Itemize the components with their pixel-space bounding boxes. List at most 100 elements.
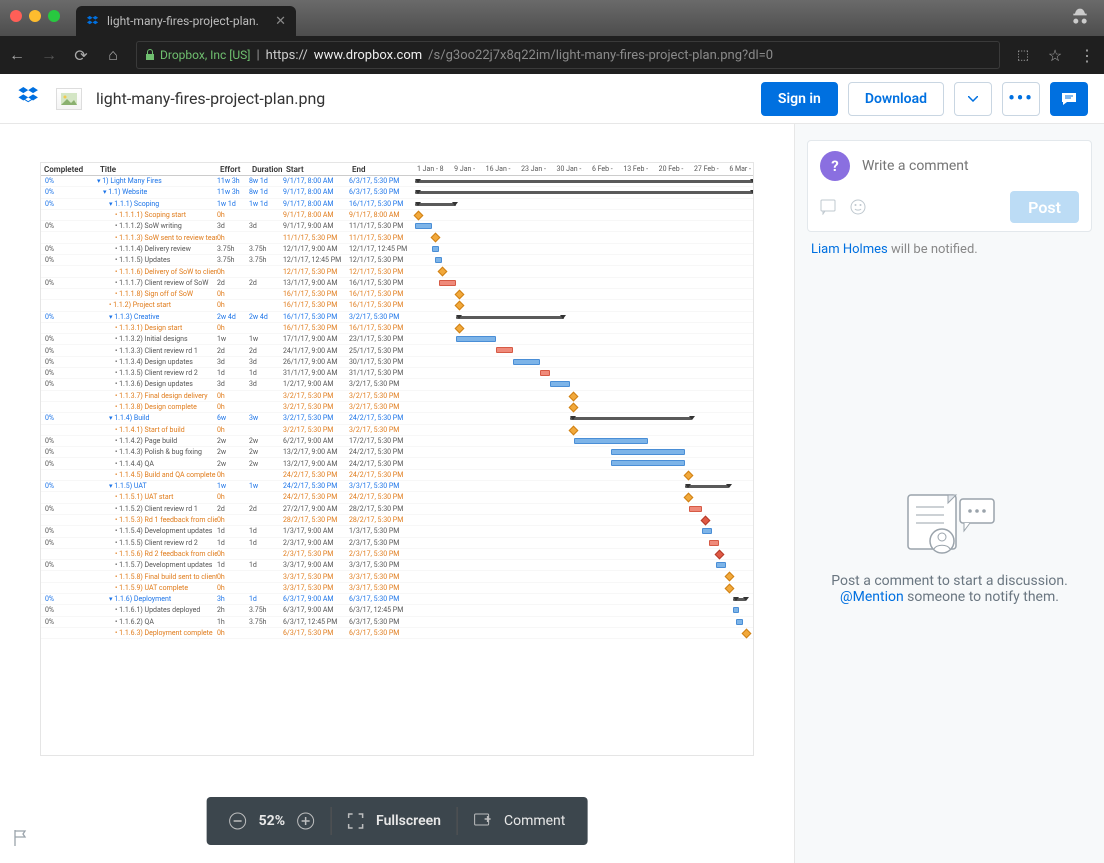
- col-effort: Effort: [217, 165, 249, 174]
- gantt-row: 0%• 1.1.1.5) Updates3.75h3.75h12/1/17, 1…: [41, 255, 753, 266]
- gantt-row: 0%▾ 1.1.3) Creative2w 4d2w 4d16/1/17, 5:…: [41, 312, 753, 323]
- url-path: /s/g3oo22j7x8q22im/light-many-fires-proj…: [428, 48, 773, 63]
- dropbox-logo-icon[interactable]: [16, 84, 42, 114]
- avatar: ?: [820, 151, 850, 181]
- gantt-row: 0%• 1.1.3.4) Design updates3d3d26/1/17, …: [41, 357, 753, 368]
- gantt-row: 0%• 1.1.6.1) Updates deployed2h3.75h6/3/…: [41, 605, 753, 616]
- forward-icon[interactable]: →: [40, 46, 58, 64]
- url-domain: www.dropbox.com: [314, 48, 422, 63]
- gantt-row: • 1.1.3.8) Design complete0h3/2/17, 5:30…: [41, 402, 753, 413]
- notify-line: Liam Holmes will be notified.: [795, 242, 1104, 257]
- maximize-window-icon[interactable]: [48, 10, 60, 22]
- zoom-out-button[interactable]: [229, 812, 247, 830]
- ellipsis-icon: •••: [1008, 88, 1033, 109]
- menu-icon[interactable]: ⋮: [1078, 46, 1096, 64]
- gantt-row: • 1.1.1.1) Scoping start0h9/1/17, 8:00 A…: [41, 210, 753, 221]
- comment-add-icon: [474, 813, 492, 829]
- back-icon[interactable]: ←: [8, 46, 26, 64]
- download-menu-button[interactable]: [954, 82, 992, 116]
- comments-toggle-button[interactable]: [1050, 82, 1088, 116]
- post-button[interactable]: Post: [1010, 191, 1079, 223]
- empty-comments-state: Post a comment to start a discussion. @M…: [795, 487, 1104, 605]
- gantt-body: 0%▾ 1) Light Many Fires11w 3h8w 1d9/1/17…: [41, 176, 753, 639]
- tab-bar: light-many-fires-project-plan. ✕: [0, 0, 1104, 36]
- signin-button[interactable]: Sign in: [761, 82, 838, 116]
- col-duration: Duration: [249, 165, 283, 174]
- dropbox-header: light-many-fires-project-plan.png Sign i…: [0, 74, 1104, 124]
- gantt-row: 0%• 1.1.1.4) Delivery review3.75h3.75h12…: [41, 244, 753, 255]
- file-name: light-many-fires-project-plan.png: [96, 89, 325, 108]
- gantt-row: 0%• 1.1.4.2) Page build2w2w6/2/17, 9:00 …: [41, 436, 753, 447]
- url-scheme: https://: [266, 48, 308, 63]
- col-end: End: [349, 165, 415, 174]
- gantt-row: • 1.1.3.7) Final design delivery0h3/2/17…: [41, 391, 753, 402]
- comment-composer: ? Post: [807, 140, 1092, 232]
- gantt-row: • 1.1.5.6) Rd 2 feedback from client0h2/…: [41, 549, 753, 560]
- col-completed: Completed: [41, 165, 97, 174]
- bookmark-icon[interactable]: ☆: [1046, 46, 1064, 64]
- gantt-row: 0%• 1.1.3.3) Client review rd 12d2d24/1/…: [41, 345, 753, 356]
- col-start: Start: [283, 165, 349, 174]
- download-button[interactable]: Download: [848, 82, 944, 116]
- speech-bubble-icon: [1061, 92, 1077, 106]
- zoom-in-button[interactable]: [297, 812, 315, 830]
- flag-icon[interactable]: [12, 829, 28, 851]
- file-thumbnail-icon: [56, 88, 82, 110]
- lock-icon: [145, 49, 155, 61]
- emoji-icon[interactable]: [850, 199, 866, 215]
- gantt-row: 0%• 1.1.3.6) Design updates3d3d1/2/17, 9…: [41, 379, 753, 390]
- chevron-down-icon: [968, 96, 978, 102]
- more-button[interactable]: •••: [1002, 82, 1040, 116]
- reload-icon[interactable]: ⟳: [72, 46, 90, 64]
- gantt-row: 0%▾ 1.1.4) Build6w3w3/2/17, 5:30 PM24/2/…: [41, 413, 753, 424]
- site-settings-icon[interactable]: ⬚: [1014, 46, 1032, 64]
- gantt-row: • 1.1.1.6) Delivery of SoW to client0h12…: [41, 266, 753, 277]
- gantt-row: 0%▾ 1.1.6) Deployment3h1d6/3/17, 9:00 AM…: [41, 594, 753, 605]
- comments-sidebar: ? Post Liam Holmes will be notified.: [794, 124, 1104, 863]
- gantt-row: 0%• 1.1.5.7) Development updates1d1d3/3/…: [41, 560, 753, 571]
- fullscreen-button[interactable]: Fullscreen: [332, 797, 457, 845]
- gantt-row: 0%▾ 1.1) Website11w 3h8w 1d9/1/17, 8:00 …: [41, 187, 753, 198]
- gantt-row: 0%• 1.1.3.2) Initial designs1w1w17/1/17,…: [41, 334, 753, 345]
- fullscreen-icon: [348, 813, 364, 829]
- gantt-row: 0%• 1.1.1.2) SoW writing3d3d9/1/17, 9:00…: [41, 221, 753, 232]
- browser-chrome: light-many-fires-project-plan. ✕ ← → ⟳ ⌂…: [0, 0, 1104, 74]
- gantt-row: 0%• 1.1.6.2) QA1h3.75h6/3/17, 12:45 PM6/…: [41, 617, 753, 628]
- incognito-icon: [1070, 7, 1090, 31]
- empty-line-1: Post a comment to start a discussion.: [819, 573, 1080, 589]
- gantt-row: 0%• 1.1.5.4) Development updates1d1d1/3/…: [41, 526, 753, 537]
- browser-tab[interactable]: light-many-fires-project-plan. ✕: [76, 6, 296, 36]
- notify-user-link[interactable]: Liam Holmes: [811, 242, 888, 257]
- address-bar: ← → ⟳ ⌂ Dropbox, Inc [US] | https://www.…: [0, 36, 1104, 74]
- viewer-toolbar: 52% Fullscreen Comment: [207, 797, 588, 845]
- gantt-row: • 1.1.6.3) Deployment complete0h6/3/17, …: [41, 628, 753, 639]
- gantt-row: • 1.1.3.1) Design start0h16/1/17, 5:30 P…: [41, 323, 753, 334]
- gantt-row: • 1.1.4.5) Build and QA complete0h24/2/1…: [41, 470, 753, 481]
- url-field[interactable]: Dropbox, Inc [US] | https://www.dropbox.…: [136, 41, 1000, 69]
- gantt-row: 0%• 1.1.5.5) Client review rd 21d1d2/3/1…: [41, 538, 753, 549]
- gantt-row: 0%• 1.1.5.2) Client review rd 12d2d27/2/…: [41, 504, 753, 515]
- comment-input[interactable]: [862, 158, 1079, 174]
- comment-button[interactable]: Comment: [458, 797, 581, 845]
- close-tab-icon[interactable]: ✕: [275, 14, 286, 29]
- gantt-row: • 1.1.5.8) Final build sent to client0h3…: [41, 571, 753, 582]
- minimize-window-icon[interactable]: [29, 10, 41, 22]
- region-comment-icon[interactable]: [820, 199, 838, 215]
- gantt-row: 0%▾ 1.1.5) UAT1w1w24/2/17, 5:30 PM3/3/17…: [41, 481, 753, 492]
- gantt-row: • 1.1.4.1) Start of build0h3/2/17, 5:30 …: [41, 425, 753, 436]
- window-controls[interactable]: [10, 10, 60, 22]
- col-title: Title: [97, 165, 217, 174]
- dropbox-favicon-icon: [86, 14, 100, 28]
- gantt-row: • 1.1.2) Project start0h16/1/17, 5:30 PM…: [41, 300, 753, 311]
- preview-area: Completed Title Effort Duration Start En…: [0, 124, 794, 863]
- gantt-row: 0%▾ 1) Light Many Fires11w 3h8w 1d9/1/17…: [41, 176, 753, 187]
- secure-badge: Dropbox, Inc [US]: [145, 48, 250, 62]
- gantt-row: • 1.1.5.3) Rd 1 feedback from client0h28…: [41, 515, 753, 526]
- zoom-value: 52%: [259, 813, 285, 829]
- home-icon[interactable]: ⌂: [104, 46, 122, 64]
- image-preview[interactable]: Completed Title Effort Duration Start En…: [40, 162, 754, 756]
- gantt-row: • 1.1.5.1) UAT start0h24/2/17, 5:30 PM24…: [41, 492, 753, 503]
- gantt-row: 0%• 1.1.1.7) Client review of SoW2d2d13/…: [41, 278, 753, 289]
- gantt-row: • 1.1.5.9) UAT complete0h3/3/17, 5:30 PM…: [41, 583, 753, 594]
- close-window-icon[interactable]: [10, 10, 22, 22]
